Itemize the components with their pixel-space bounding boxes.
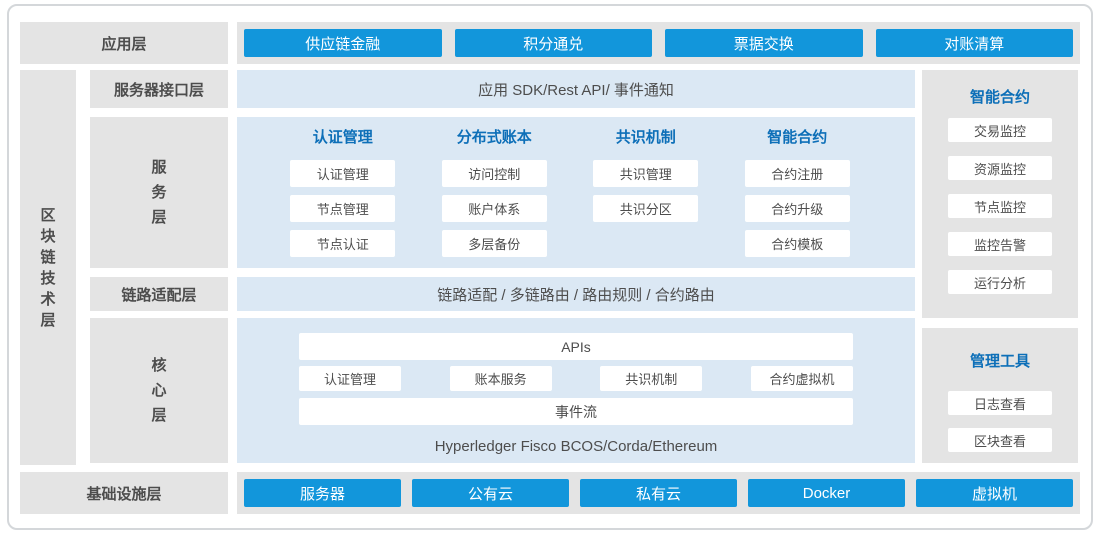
core-platforms-text: Hyperledger Fisco BCOS/Corda/Ethereum [299, 438, 853, 455]
core-module-node: 账本服务 [450, 366, 552, 391]
service-node: 共识分区 [593, 195, 698, 222]
tools-panel: 管理工具 日志查看区块查看 [922, 328, 1078, 463]
service-column-auth: 认证管理 认证管理节点管理节点认证 [267, 128, 419, 268]
service-column-ledger: 分布式账本 访问控制账户体系多层备份 [419, 128, 571, 268]
core-layer-label: 核心层 [151, 353, 168, 428]
service-node: 合约注册 [745, 160, 850, 187]
app-node: 积分通兑 [455, 29, 653, 57]
service-node: 节点认证 [290, 230, 395, 257]
tool-node: 区块查看 [948, 428, 1052, 452]
service-column-items: 认证管理节点管理节点认证 [290, 160, 395, 265]
service-node: 账户体系 [442, 195, 547, 222]
app-node: 对账清算 [876, 29, 1074, 57]
core-module-node: 认证管理 [299, 366, 401, 391]
monitor-panel: 智能合约 交易监控资源监控节点监控监控告警运行分析 [922, 70, 1078, 318]
tools-panel-title: 管理工具 [970, 352, 1030, 372]
core-module-node: 共识机制 [600, 366, 702, 391]
service-column-items: 共识管理共识分区 [593, 160, 698, 230]
service-layer-panel: 认证管理 认证管理节点管理节点认证 分布式账本 访问控制账户体系多层备份 共识机… [237, 117, 915, 268]
app-layer-panel: 供应链金融积分通兑票据交换对账清算 [237, 22, 1080, 64]
monitor-node: 节点监控 [948, 194, 1052, 218]
infra-node: 服务器 [244, 479, 401, 507]
service-column-contract: 智能合约 合约注册合约升级合约模板 [722, 128, 874, 268]
service-column-title: 认证管理 [313, 128, 373, 147]
service-node: 共识管理 [593, 160, 698, 187]
interface-layer-label: 服务器接口层 [90, 70, 228, 108]
service-column-title: 智能合约 [767, 128, 827, 147]
service-node: 访问控制 [442, 160, 547, 187]
infra-node: 公有云 [412, 479, 569, 507]
infra-layer-panel: 服务器公有云私有云 Docker 虚拟机 [237, 472, 1080, 514]
core-layer-label-box: 核心层 [90, 318, 228, 463]
service-node: 合约模板 [745, 230, 850, 257]
service-node: 认证管理 [290, 160, 395, 187]
monitor-node: 资源监控 [948, 156, 1052, 180]
link-layer-label: 链路适配层 [90, 277, 228, 311]
core-eventstream-node: 事件流 [299, 398, 853, 425]
infra-node: 虚拟机 [916, 479, 1073, 507]
tech-layer-label: 区块链技术层 [40, 205, 57, 331]
monitor-panel-title: 智能合约 [970, 88, 1030, 108]
core-module-node: 合约虚拟机 [751, 366, 853, 391]
service-column-title: 共识机制 [616, 128, 676, 147]
app-layer-label: 应用层 [20, 22, 228, 64]
service-layer-label: 服务层 [151, 155, 168, 230]
infra-node: 私有云 [580, 479, 737, 507]
monitor-node: 监控告警 [948, 232, 1052, 256]
service-node: 节点管理 [290, 195, 395, 222]
interface-layer-content: 应用 SDK/Rest API/ 事件通知 [237, 70, 915, 108]
app-node: 供应链金融 [244, 29, 442, 57]
service-column-consensus: 共识机制 共识管理共识分区 [570, 128, 722, 268]
service-node: 合约升级 [745, 195, 850, 222]
core-apis-node: APIs [299, 333, 853, 360]
infra-node: Docker [748, 479, 905, 507]
service-column-title: 分布式账本 [457, 128, 532, 147]
tool-node: 日志查看 [948, 391, 1052, 415]
core-layer-panel: APIs 认证管理 账本服务 共识机制 合约虚拟机 事件流 Hyperledger F… [237, 318, 915, 463]
tech-layer-bar: 区块链技术层 [20, 70, 76, 465]
monitor-node: 交易监控 [948, 118, 1052, 142]
link-layer-content: 链路适配 / 多链路由 / 路由规则 / 合约路由 [237, 277, 915, 311]
tools-items: 日志查看区块查看 [948, 391, 1052, 452]
app-node: 票据交换 [665, 29, 863, 57]
service-node: 多层备份 [442, 230, 547, 257]
infra-layer-label: 基础设施层 [20, 472, 228, 514]
service-layer-label-box: 服务层 [90, 117, 228, 268]
monitor-items: 交易监控资源监控节点监控监控告警运行分析 [948, 118, 1052, 294]
service-column-items: 合约注册合约升级合约模板 [745, 160, 850, 265]
service-column-items: 访问控制账户体系多层备份 [442, 160, 547, 265]
monitor-node: 运行分析 [948, 270, 1052, 294]
core-modules-row: 认证管理 账本服务 共识机制 合约虚拟机 [299, 366, 853, 391]
